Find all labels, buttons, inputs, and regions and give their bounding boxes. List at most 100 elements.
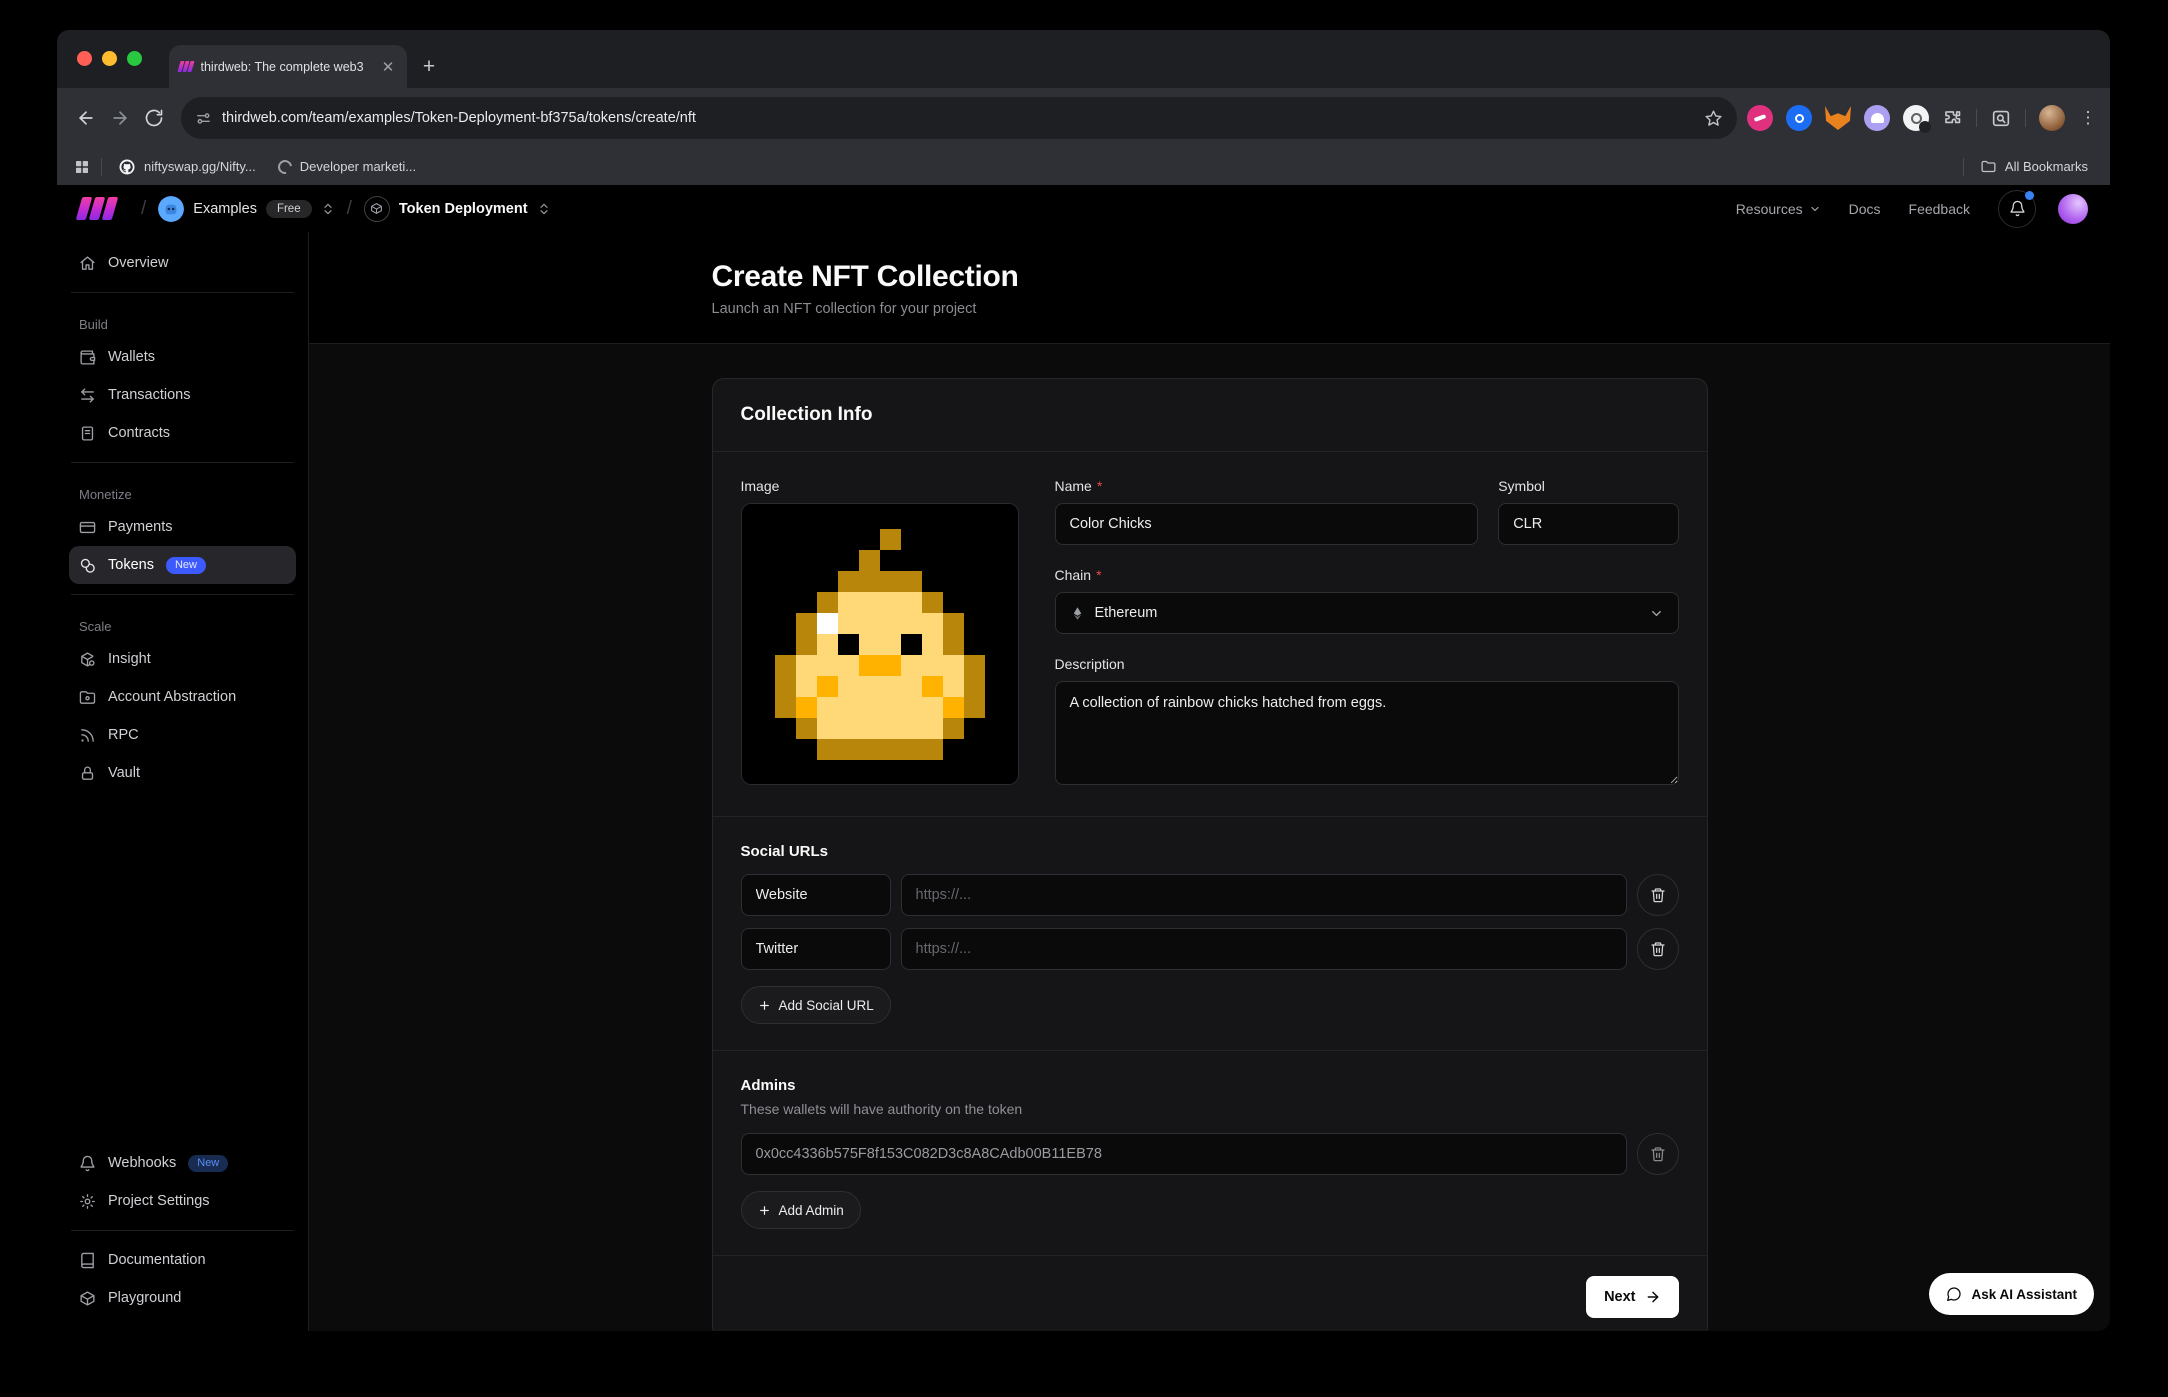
ethereum-icon xyxy=(1070,606,1085,621)
sidebar-section-monetize: Monetize xyxy=(79,487,286,502)
docs-link[interactable]: Docs xyxy=(1849,201,1881,217)
notifications-button[interactable] xyxy=(1998,190,2036,228)
chevron-down-icon xyxy=(1809,203,1821,215)
url-bar[interactable]: thirdweb.com/team/examples/Token-Deploym… xyxy=(181,97,1737,139)
add-social-url-button[interactable]: Add Social URL xyxy=(741,986,891,1024)
metamask-extension-icon[interactable] xyxy=(1825,106,1851,130)
sidebar-item-payments[interactable]: Payments xyxy=(69,508,296,546)
url-text[interactable]: thirdweb.com/team/examples/Token-Deploym… xyxy=(222,110,1694,126)
sidebar-item-documentation[interactable]: Documentation xyxy=(69,1241,296,1279)
breadcrumb-slash: / xyxy=(141,198,146,220)
sidebar-section-build: Build xyxy=(79,317,286,332)
description-label: Description xyxy=(1055,656,1125,672)
tab-search-icon[interactable] xyxy=(1990,107,2012,129)
delete-admin-button[interactable] xyxy=(1637,1133,1679,1175)
document-icon xyxy=(79,425,96,442)
zoom-window-button[interactable] xyxy=(127,51,142,66)
sidebar-item-vault[interactable]: Vault xyxy=(69,754,296,792)
browser-menu-icon[interactable]: ⋮ xyxy=(2078,108,2098,128)
sidebar-item-overview[interactable]: Overview xyxy=(69,244,296,282)
main-content: Create NFT Collection Launch an NFT coll… xyxy=(309,232,2110,1331)
folder-wallet-icon xyxy=(79,689,96,706)
bookmark-developer-marketing[interactable]: Developer marketi... xyxy=(272,156,422,177)
delete-social-url-button[interactable] xyxy=(1637,928,1679,970)
ask-ai-assistant-button[interactable]: Ask AI Assistant xyxy=(1929,1273,2094,1315)
sidebar-item-rpc[interactable]: RPC xyxy=(69,716,296,754)
extension-icons: ⋮ xyxy=(1747,105,2098,131)
project-name: Token Deployment xyxy=(399,201,528,217)
admins-label: Admins xyxy=(741,1077,1679,1094)
sidebar-item-contracts[interactable]: Contracts xyxy=(69,414,296,452)
extensions-puzzle-icon[interactable] xyxy=(1942,108,1963,129)
phantom-extension-icon[interactable] xyxy=(1864,105,1890,131)
back-button[interactable] xyxy=(69,101,103,135)
bookmark-niftyswap[interactable]: niftyswap.gg/Nifty... xyxy=(112,155,262,179)
reload-button[interactable] xyxy=(137,101,171,135)
chat-bubble-icon xyxy=(1946,1286,1962,1302)
plan-badge: Free xyxy=(266,200,312,218)
delete-social-url-button[interactable] xyxy=(1637,874,1679,916)
symbol-input[interactable] xyxy=(1498,503,1678,545)
description-textarea[interactable]: A collection of rainbow chicks hatched f… xyxy=(1055,681,1679,785)
extension-blue-icon[interactable] xyxy=(1786,105,1812,131)
sidebar-item-playground[interactable]: Playground xyxy=(69,1279,296,1317)
sidebar-item-webhooks[interactable]: Webhooks New xyxy=(69,1144,296,1182)
thirdweb-app: / Examples Free / Token Deployment Resou… xyxy=(57,185,2110,1331)
sidebar-item-project-settings[interactable]: Project Settings xyxy=(69,1182,296,1220)
close-window-button[interactable] xyxy=(77,51,92,66)
browser-profile-avatar[interactable] xyxy=(2039,105,2065,131)
social-name-input[interactable] xyxy=(741,874,891,916)
chevrons-up-down-icon xyxy=(321,202,335,216)
sidebar-item-wallets[interactable]: Wallets xyxy=(69,338,296,376)
browser-tab[interactable]: thirdweb: The complete web3 ✕ xyxy=(169,45,407,88)
clock-extension-icon[interactable] xyxy=(1903,105,1929,131)
resources-menu[interactable]: Resources xyxy=(1736,201,1821,217)
sidebar-item-tokens[interactable]: Tokens New xyxy=(69,546,296,584)
content-body: Collection Info Image xyxy=(309,344,2110,1331)
cube-icon xyxy=(79,1290,96,1307)
trash-icon xyxy=(1650,887,1666,903)
divider xyxy=(71,1230,294,1231)
cube-search-icon xyxy=(79,651,96,668)
next-button[interactable]: Next xyxy=(1586,1276,1678,1318)
feedback-link[interactable]: Feedback xyxy=(1909,201,1970,217)
card-title: Collection Info xyxy=(741,404,1679,426)
social-urls-label: Social URLs xyxy=(741,843,1679,860)
bell-icon xyxy=(2009,200,2026,217)
admin-address-input[interactable] xyxy=(741,1133,1627,1175)
team-switcher[interactable]: Examples Free xyxy=(158,196,334,222)
new-badge: New xyxy=(166,557,206,574)
plus-icon xyxy=(758,999,771,1012)
page-title: Create NFT Collection xyxy=(712,260,1708,294)
name-input[interactable] xyxy=(1055,503,1479,545)
all-bookmarks-button[interactable]: All Bookmarks xyxy=(1974,155,2094,178)
collection-image-upload[interactable] xyxy=(741,503,1019,785)
tab-close-icon[interactable]: ✕ xyxy=(379,58,397,76)
tab-strip: thirdweb: The complete web3 ✕ + xyxy=(57,30,2110,88)
divider xyxy=(71,594,294,595)
forward-button[interactable] xyxy=(103,101,137,135)
signal-icon xyxy=(79,727,96,744)
chain-select[interactable]: Ethereum xyxy=(1055,592,1679,634)
divider xyxy=(71,462,294,463)
site-settings-icon[interactable] xyxy=(195,110,212,127)
sidebar-item-account-abstraction[interactable]: Account Abstraction xyxy=(69,678,296,716)
sidebar-item-transactions[interactable]: Transactions xyxy=(69,376,296,414)
apps-grid-icon[interactable] xyxy=(73,158,91,176)
minimize-window-button[interactable] xyxy=(102,51,117,66)
project-switcher[interactable]: Token Deployment xyxy=(364,196,551,222)
bookmark-star-icon[interactable] xyxy=(1704,109,1723,128)
social-url-input[interactable] xyxy=(901,874,1627,916)
sidebar-item-insight[interactable]: Insight xyxy=(69,640,296,678)
account-avatar[interactable] xyxy=(2058,194,2088,224)
new-tab-button[interactable]: + xyxy=(415,53,443,81)
extension-pink-icon[interactable] xyxy=(1747,105,1773,131)
github-icon xyxy=(118,158,136,176)
bookmarks-bar: niftyswap.gg/Nifty... Developer marketi.… xyxy=(57,148,2110,185)
required-asterisk: * xyxy=(1096,567,1101,583)
add-admin-button[interactable]: Add Admin xyxy=(741,1191,861,1229)
page-head: Create NFT Collection Launch an NFT coll… xyxy=(712,232,1708,343)
social-name-input[interactable] xyxy=(741,928,891,970)
social-url-input[interactable] xyxy=(901,928,1627,970)
thirdweb-logo[interactable] xyxy=(79,197,115,220)
